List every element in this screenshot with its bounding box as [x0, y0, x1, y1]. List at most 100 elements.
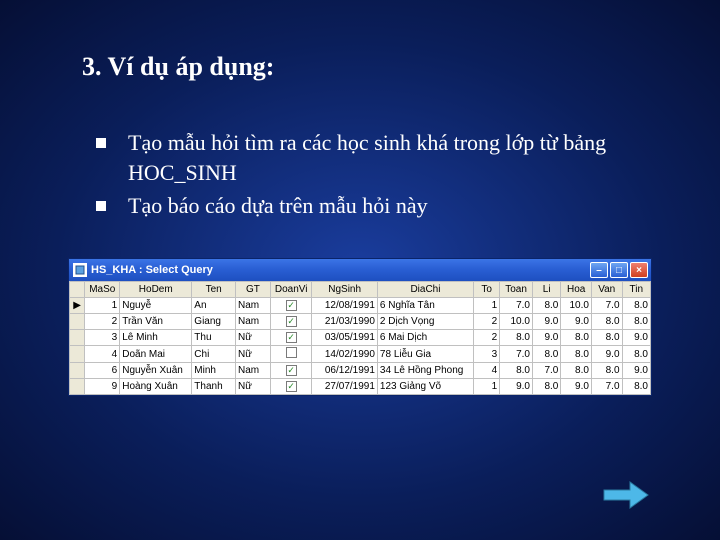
checkbox-icon[interactable] — [286, 332, 297, 343]
col-header[interactable]: MaSo — [85, 282, 120, 298]
col-header[interactable]: Van — [591, 282, 622, 298]
table-row[interactable]: 6Nguyễn XuânMinhNam06/12/199134 Lê Hồng … — [70, 363, 651, 379]
cell-doanvi[interactable] — [270, 314, 312, 330]
cell-li[interactable]: 8.0 — [532, 379, 560, 395]
col-header[interactable]: GT — [235, 282, 270, 298]
cell-tin[interactable]: 8.0 — [622, 379, 650, 395]
cell-hodem[interactable]: Nguyễ — [120, 298, 192, 314]
cell-hodem[interactable]: Trần Văn — [120, 314, 192, 330]
row-selector[interactable] — [70, 314, 85, 330]
next-arrow-icon[interactable] — [602, 480, 650, 510]
cell-ten[interactable]: Giang — [192, 314, 236, 330]
cell-van[interactable]: 7.0 — [591, 379, 622, 395]
maximize-button[interactable]: □ — [610, 262, 628, 278]
cell-ten[interactable]: Chi — [192, 346, 236, 363]
cell-diachi[interactable]: 123 Giảng Võ — [377, 379, 473, 395]
col-header[interactable]: Ten — [192, 282, 236, 298]
cell-ngsinh[interactable]: 12/08/1991 — [312, 298, 378, 314]
cell-van[interactable]: 8.0 — [591, 314, 622, 330]
cell-hoa[interactable]: 8.0 — [561, 363, 592, 379]
minimize-button[interactable]: – — [590, 262, 608, 278]
col-header[interactable]: HoDem — [120, 282, 192, 298]
cell-gt[interactable]: Nam — [235, 298, 270, 314]
checkbox-icon[interactable] — [286, 381, 297, 392]
cell-li[interactable]: 7.0 — [532, 363, 560, 379]
col-header[interactable]: Toan — [500, 282, 533, 298]
row-selector[interactable] — [70, 363, 85, 379]
cell-gt[interactable]: Nữ — [235, 330, 270, 346]
cell-gt[interactable]: Nam — [235, 314, 270, 330]
cell-doanvi[interactable] — [270, 330, 312, 346]
cell-toan[interactable]: 8.0 — [500, 363, 533, 379]
cell-to[interactable]: 2 — [474, 314, 500, 330]
cell-gt[interactable]: Nam — [235, 363, 270, 379]
cell-li[interactable]: 9.0 — [532, 330, 560, 346]
cell-to[interactable]: 1 — [474, 379, 500, 395]
cell-diachi[interactable]: 6 Mai Dịch — [377, 330, 473, 346]
cell-hodem[interactable]: Hoàng Xuân — [120, 379, 192, 395]
close-button[interactable]: × — [630, 262, 648, 278]
col-header[interactable]: Li — [532, 282, 560, 298]
cell-van[interactable]: 7.0 — [591, 298, 622, 314]
cell-li[interactable]: 8.0 — [532, 298, 560, 314]
cell-doanvi[interactable] — [270, 379, 312, 395]
cell-doanvi[interactable] — [270, 346, 312, 363]
cell-hoa[interactable]: 9.0 — [561, 314, 592, 330]
cell-to[interactable]: 3 — [474, 346, 500, 363]
cell-ten[interactable]: Thu — [192, 330, 236, 346]
cell-to[interactable]: 2 — [474, 330, 500, 346]
cell-diachi[interactable]: 78 Liễu Gia — [377, 346, 473, 363]
table-row[interactable]: 4Doãn MaiChiNữ14/02/199078 Liễu Gia37.08… — [70, 346, 651, 363]
cell-toan[interactable]: 10.0 — [500, 314, 533, 330]
cell-gt[interactable]: Nữ — [235, 379, 270, 395]
table-row[interactable]: 9Hoàng XuânThanhNữ27/07/1991123 Giảng Võ… — [70, 379, 651, 395]
cell-hoa[interactable]: 8.0 — [561, 346, 592, 363]
checkbox-icon[interactable] — [286, 365, 297, 376]
data-grid[interactable]: MaSo HoDem Ten GT DoanVi NgSinh DiaChi T… — [69, 281, 651, 395]
col-header[interactable]: Tin — [622, 282, 650, 298]
cell-tin[interactable]: 8.0 — [622, 298, 650, 314]
row-selector[interactable]: ▶ — [70, 298, 85, 314]
table-row[interactable]: 3Lê MinhThuNữ03/05/19916 Mai Dịch28.09.0… — [70, 330, 651, 346]
cell-diachi[interactable]: 2 Dịch Vọng — [377, 314, 473, 330]
row-selector[interactable] — [70, 330, 85, 346]
cell-hodem[interactable]: Nguyễn Xuân — [120, 363, 192, 379]
row-selector[interactable] — [70, 346, 85, 363]
cell-maso[interactable]: 9 — [85, 379, 120, 395]
cell-maso[interactable]: 4 — [85, 346, 120, 363]
cell-toan[interactable]: 8.0 — [500, 330, 533, 346]
cell-van[interactable]: 8.0 — [591, 363, 622, 379]
cell-toan[interactable]: 7.0 — [500, 346, 533, 363]
cell-diachi[interactable]: 34 Lê Hồng Phong — [377, 363, 473, 379]
cell-li[interactable]: 8.0 — [532, 346, 560, 363]
cell-ten[interactable]: An — [192, 298, 236, 314]
titlebar[interactable]: HS_KHA : Select Query – □ × — [69, 259, 651, 281]
cell-to[interactable]: 4 — [474, 363, 500, 379]
table-row[interactable]: 2Trần VănGiangNam21/03/19902 Dịch Vọng21… — [70, 314, 651, 330]
cell-to[interactable]: 1 — [474, 298, 500, 314]
table-row[interactable]: ▶1NguyễAnNam12/08/19916 Nghĩa Tân17.08.0… — [70, 298, 651, 314]
cell-toan[interactable]: 7.0 — [500, 298, 533, 314]
checkbox-icon[interactable] — [286, 300, 297, 311]
cell-ten[interactable]: Thanh — [192, 379, 236, 395]
cell-hodem[interactable]: Lê Minh — [120, 330, 192, 346]
checkbox-icon[interactable] — [286, 316, 297, 327]
cell-maso[interactable]: 6 — [85, 363, 120, 379]
cell-hoa[interactable]: 9.0 — [561, 379, 592, 395]
cell-maso[interactable]: 1 — [85, 298, 120, 314]
cell-tin[interactable]: 9.0 — [622, 363, 650, 379]
cell-doanvi[interactable] — [270, 363, 312, 379]
cell-li[interactable]: 9.0 — [532, 314, 560, 330]
cell-ngsinh[interactable]: 06/12/1991 — [312, 363, 378, 379]
cell-hoa[interactable]: 10.0 — [561, 298, 592, 314]
col-header[interactable]: Hoa — [561, 282, 592, 298]
cell-van[interactable]: 8.0 — [591, 330, 622, 346]
col-header[interactable]: DiaChi — [377, 282, 473, 298]
checkbox-icon[interactable] — [286, 347, 297, 358]
cell-toan[interactable]: 9.0 — [500, 379, 533, 395]
cell-doanvi[interactable] — [270, 298, 312, 314]
cell-diachi[interactable]: 6 Nghĩa Tân — [377, 298, 473, 314]
col-header[interactable]: DoanVi — [270, 282, 312, 298]
cell-maso[interactable]: 2 — [85, 314, 120, 330]
cell-tin[interactable]: 8.0 — [622, 314, 650, 330]
